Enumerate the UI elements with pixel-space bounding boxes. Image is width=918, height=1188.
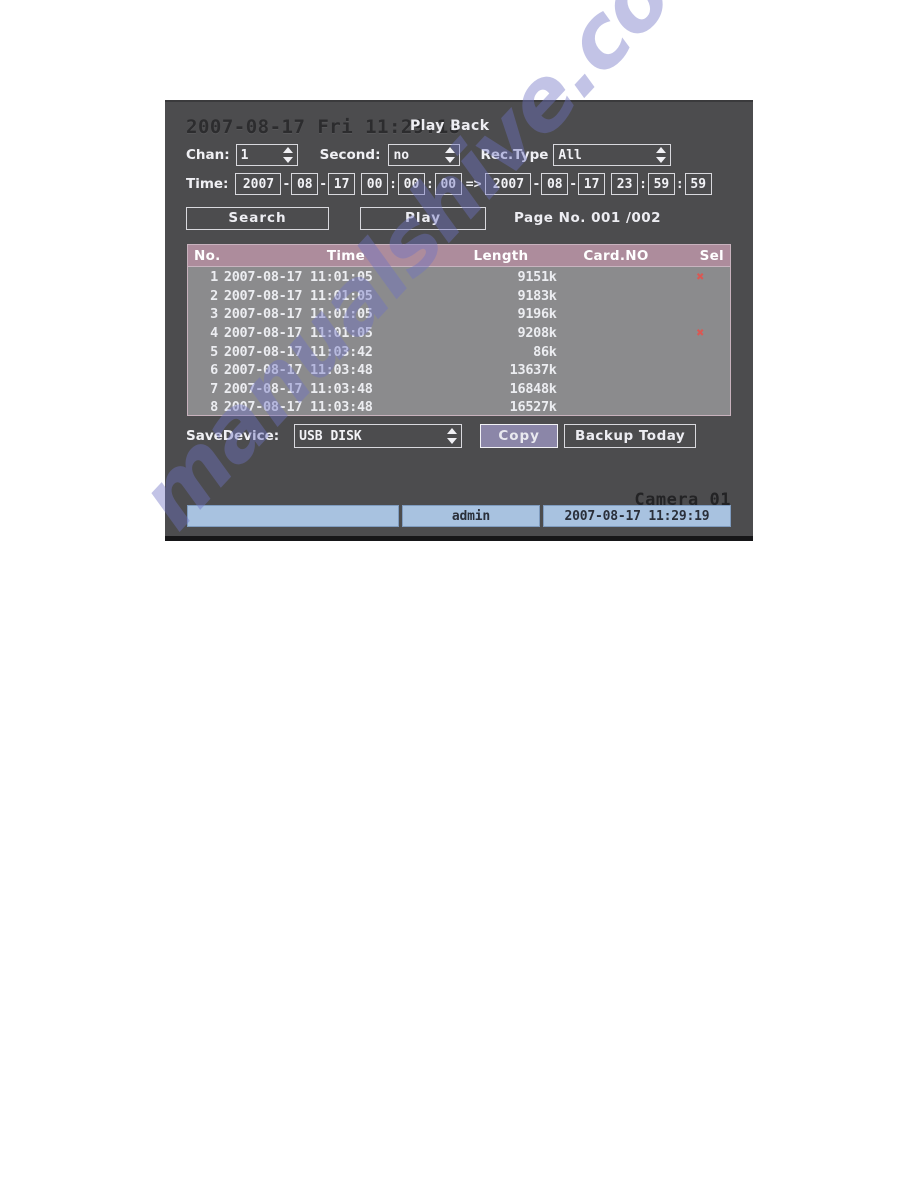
copy-button[interactable]: Copy — [480, 424, 559, 448]
playback-screen: 2007-08-17 Fri 11:29:18 Play Back Chan: … — [165, 102, 753, 541]
filter-row-primary: Chan: 1 Second: no Rec.Type All — [186, 144, 672, 166]
cell-length: 13637k — [509, 362, 557, 379]
range-arrow: => — [465, 176, 482, 192]
table-row[interactable]: 7 2007-08-17 11:03:48 16848k — [188, 380, 730, 399]
cell-length: 9196k — [517, 306, 557, 323]
second-label: Second: — [319, 147, 381, 163]
table-row[interactable]: 2 2007-08-17 11:01:05 9183k — [188, 287, 730, 306]
cell-time: 2007-08-17 11:03:48 — [223, 380, 373, 397]
cell-time: 2007-08-17 11:01:05 — [223, 325, 373, 342]
search-button[interactable]: Search — [186, 206, 329, 230]
cell-length: 16848k — [509, 380, 557, 397]
cell-no: 1 — [210, 269, 218, 286]
table-row[interactable]: 3 2007-08-17 11:01:05 9196k — [188, 305, 730, 324]
chevron-updown-icon[interactable] — [656, 147, 667, 163]
date-separator: - — [532, 176, 541, 192]
cell-time: 2007-08-17 11:03:48 — [223, 362, 373, 379]
table-row[interactable]: 5 2007-08-17 11:03:42 86k — [188, 342, 730, 361]
cell-sel[interactable]: ✖ — [676, 272, 730, 283]
page-number-label: Page No. 001 /002 — [514, 210, 662, 226]
cell-time: 2007-08-17 11:01:05 — [223, 269, 373, 286]
cell-length: 9151k — [517, 269, 557, 286]
backup-today-button[interactable]: Backup Today — [564, 424, 697, 448]
actions-row: Search Play Page No. 001 /002 — [186, 206, 662, 230]
dvr-screenshot-frame: 2007-08-17 Fri 11:29:18 Play Back Chan: … — [165, 100, 753, 541]
cell-time: 2007-08-17 11:03:42 — [223, 343, 373, 360]
title-row: 2007-08-17 Fri 11:29:18 Play Back — [165, 116, 753, 144]
column-header-time: Time — [326, 247, 366, 264]
status-bar-user: admin — [402, 505, 540, 527]
cell-time: 2007-08-17 11:03:48 — [223, 399, 373, 416]
cell-time: 2007-08-17 11:01:05 — [223, 287, 373, 304]
chevron-updown-icon[interactable] — [447, 428, 458, 444]
end-day-field[interactable]: 17 — [578, 173, 606, 195]
column-header-cardno: Card.NO — [583, 247, 649, 264]
column-header-sel: Sel — [699, 247, 724, 264]
cell-no: 4 — [210, 325, 218, 342]
cell-no: 7 — [210, 380, 218, 397]
chan-select[interactable]: 1 — [235, 144, 298, 166]
table-row[interactable]: 1 2007-08-17 11:01:05 9151k ✖ — [188, 268, 730, 287]
time-separator: : — [639, 176, 647, 192]
rectype-label: Rec.Type — [480, 147, 549, 163]
second-value: no — [393, 147, 410, 163]
time-range-row: Time: 2007 - 08 - 17 00 : 00 : 00 => 200… — [186, 173, 712, 195]
chan-value: 1 — [240, 147, 249, 163]
time-separator: : — [425, 176, 434, 192]
time-separator: : — [675, 176, 684, 192]
start-minute-field[interactable]: 00 — [397, 173, 425, 195]
table-row[interactable]: 4 2007-08-17 11:01:05 9208k ✖ — [188, 324, 730, 343]
chevron-updown-icon[interactable] — [282, 147, 294, 163]
date-separator: - — [282, 176, 291, 192]
time-label: Time: — [186, 176, 229, 192]
play-button[interactable]: Play — [360, 206, 486, 230]
cell-length: 16527k — [509, 399, 557, 416]
savedevice-value: USB DISK — [299, 428, 362, 444]
date-separator: - — [569, 176, 578, 192]
start-day-field[interactable]: 17 — [328, 173, 356, 195]
time-separator: : — [389, 176, 397, 192]
start-second-field[interactable]: 00 — [434, 173, 462, 195]
cell-no: 6 — [210, 362, 218, 379]
status-bar: admin 2007-08-17 11:29:19 — [187, 505, 731, 527]
cell-no: 8 — [210, 399, 218, 416]
start-hour-field[interactable]: 00 — [361, 173, 389, 195]
end-minute-field[interactable]: 59 — [647, 173, 675, 195]
cell-no: 2 — [210, 287, 218, 304]
table-row[interactable]: 6 2007-08-17 11:03:48 13637k — [188, 361, 730, 380]
second-select[interactable]: no — [388, 144, 461, 166]
savedevice-label: SaveDevice: — [186, 428, 280, 444]
cell-length: 9208k — [517, 325, 557, 342]
start-year-field[interactable]: 2007 — [235, 173, 282, 195]
column-header-length: Length — [473, 247, 529, 264]
record-list-body: 1 2007-08-17 11:01:05 9151k ✖ 2 2007-08-17 11… — [188, 267, 730, 417]
status-bar-message — [187, 505, 399, 527]
savedevice-select[interactable]: USB DISK — [294, 424, 463, 448]
cell-time: 2007-08-17 11:01:05 — [223, 306, 373, 323]
cell-sel[interactable]: ✖ — [676, 328, 730, 339]
end-hour-field[interactable]: 23 — [611, 173, 639, 195]
record-list-panel[interactable]: No. Time Length Card.NO Sel 1 2007-08-17 … — [187, 244, 731, 416]
record-list-header: No. Time Length Card.NO Sel — [188, 245, 730, 267]
start-month-field[interactable]: 08 — [291, 173, 319, 195]
chevron-updown-icon[interactable] — [445, 147, 456, 163]
end-month-field[interactable]: 08 — [541, 173, 569, 195]
end-year-field[interactable]: 2007 — [485, 173, 532, 195]
date-separator: - — [319, 176, 328, 192]
rectype-select[interactable]: All — [553, 144, 672, 166]
cell-no: 5 — [210, 343, 218, 360]
page-title: Play Back — [410, 118, 490, 134]
end-second-field[interactable]: 59 — [684, 173, 712, 195]
cell-length: 86k — [533, 343, 557, 360]
column-header-no: No. — [194, 247, 221, 264]
table-row[interactable]: 8 2007-08-17 11:03:48 16527k — [188, 398, 730, 417]
rectype-value: All — [558, 147, 582, 163]
status-bar-timestamp: 2007-08-17 11:29:19 — [543, 505, 731, 527]
cell-length: 9183k — [517, 287, 557, 304]
chan-label: Chan: — [186, 147, 230, 163]
backup-row: SaveDevice: USB DISK Copy Backup Today — [186, 424, 697, 448]
cell-no: 3 — [210, 306, 218, 323]
